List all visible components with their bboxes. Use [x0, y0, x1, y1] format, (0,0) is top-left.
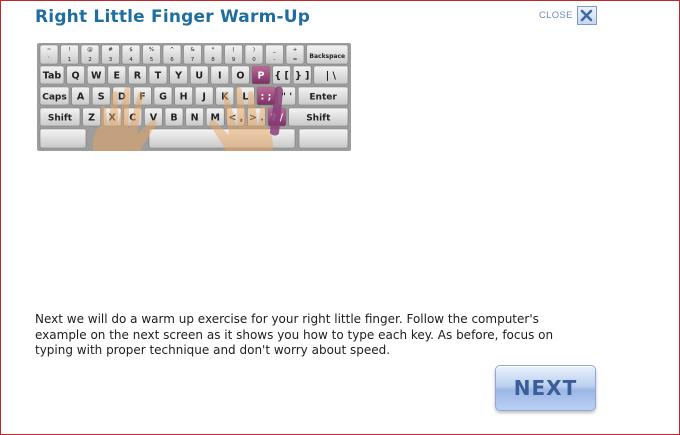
- dialog-frame: Right Little Finger Warm-Up CLOSE ~ `! 1 @2…: [0, 0, 680, 435]
- key-q-6-label: Y: [174, 71, 182, 82]
- key-num-3-label: 3: [109, 57, 113, 63]
- key-a-1-label: A: [77, 92, 85, 103]
- next-label: NEXT: [513, 376, 578, 400]
- key-a-6-label: H: [180, 92, 188, 103]
- key-a-7-label: J: [201, 92, 206, 103]
- key-q-9-label: O: [236, 71, 244, 82]
- close-icon[interactable]: [576, 6, 597, 25]
- key-q-13-label: | \: [326, 71, 337, 82]
- key-a-5-label: G: [159, 92, 167, 103]
- key-q-2-label: W: [91, 71, 102, 82]
- key-q-3-label: E: [114, 71, 121, 82]
- key-num-12-label: =: [293, 57, 298, 63]
- key-backspace-label: Backspace: [309, 53, 345, 60]
- key-num-5-shift-label: %: [149, 47, 154, 53]
- key-q-5-label: T: [155, 71, 162, 82]
- key-z-1-label: Z: [88, 113, 95, 124]
- key-q-4-label: R: [134, 71, 142, 82]
- key-num-12-shift-label: +: [293, 47, 298, 53]
- key-num-5-label: 5: [150, 57, 154, 63]
- key-q-7-label: U: [195, 71, 203, 82]
- key-num-0-shift-label: ~: [47, 47, 52, 53]
- key-num-10-shift-label: ): [253, 47, 255, 53]
- key-ctrl-right: [298, 128, 349, 149]
- key-num-11-shift-label: _: [272, 47, 276, 53]
- key-num-2-label: 2: [88, 57, 92, 63]
- key-z-5-label: B: [170, 113, 177, 124]
- key-num-4-label: 4: [129, 57, 133, 63]
- key-ctrl-left: [39, 128, 87, 149]
- key-num-1-label: 1: [68, 57, 72, 63]
- key-num-9-label: 9: [232, 57, 236, 63]
- key-q-12-label: } ]: [295, 71, 309, 82]
- close-button[interactable]: CLOSE: [539, 6, 597, 25]
- key-a-0-label: Caps: [42, 93, 66, 103]
- key-num-6-label: 6: [170, 57, 174, 63]
- key-num-10-label: 0: [252, 57, 256, 63]
- key-a-2-label: S: [98, 92, 105, 103]
- key-z-6-label: N: [191, 113, 199, 124]
- key-num-0-label: `: [48, 57, 51, 63]
- next-button[interactable]: NEXT: [495, 365, 596, 411]
- instructions-text: Next we will do a warm up exercise for y…: [35, 312, 554, 357]
- key-num-8-shift-label: *: [212, 47, 215, 53]
- key-a-10-label: : ;: [261, 92, 272, 103]
- page-title: Right Little Finger Warm-Up: [35, 7, 311, 27]
- key-num-6-shift-label: ^: [170, 47, 175, 53]
- key-num-3-shift-label: #: [108, 47, 113, 53]
- key-num-4-shift-label: $: [129, 47, 133, 53]
- key-a-12-label: Enter: [309, 93, 337, 103]
- key-num-7-shift-label: &: [190, 47, 195, 53]
- key-q-8-label: I: [218, 71, 222, 82]
- key-num-8-label: 8: [211, 57, 215, 63]
- key-num-11-label: -: [274, 57, 276, 63]
- close-label: CLOSE: [539, 10, 573, 21]
- key-q-0-label: Tab: [43, 71, 62, 82]
- key-q-11-label: { [: [274, 71, 288, 82]
- key-z-0-label: Shift: [48, 114, 73, 124]
- key-num-1-shift-label: !: [68, 47, 70, 53]
- key-q-10-label: P: [258, 71, 265, 82]
- key-z-11-label: Shift: [306, 114, 331, 124]
- key-q-1-label: Q: [72, 71, 80, 82]
- key-num-9-shift-label: (: [232, 47, 234, 53]
- key-num-7-label: 7: [191, 57, 195, 63]
- keyboard-illustration: ~ `! 1 @2 #3 $4% 5 ^ 6 & 7 * 8 (9) 0 _ - + = Backspace Tab Q W…: [37, 43, 351, 151]
- key-num-2-shift-label: @: [87, 47, 93, 53]
